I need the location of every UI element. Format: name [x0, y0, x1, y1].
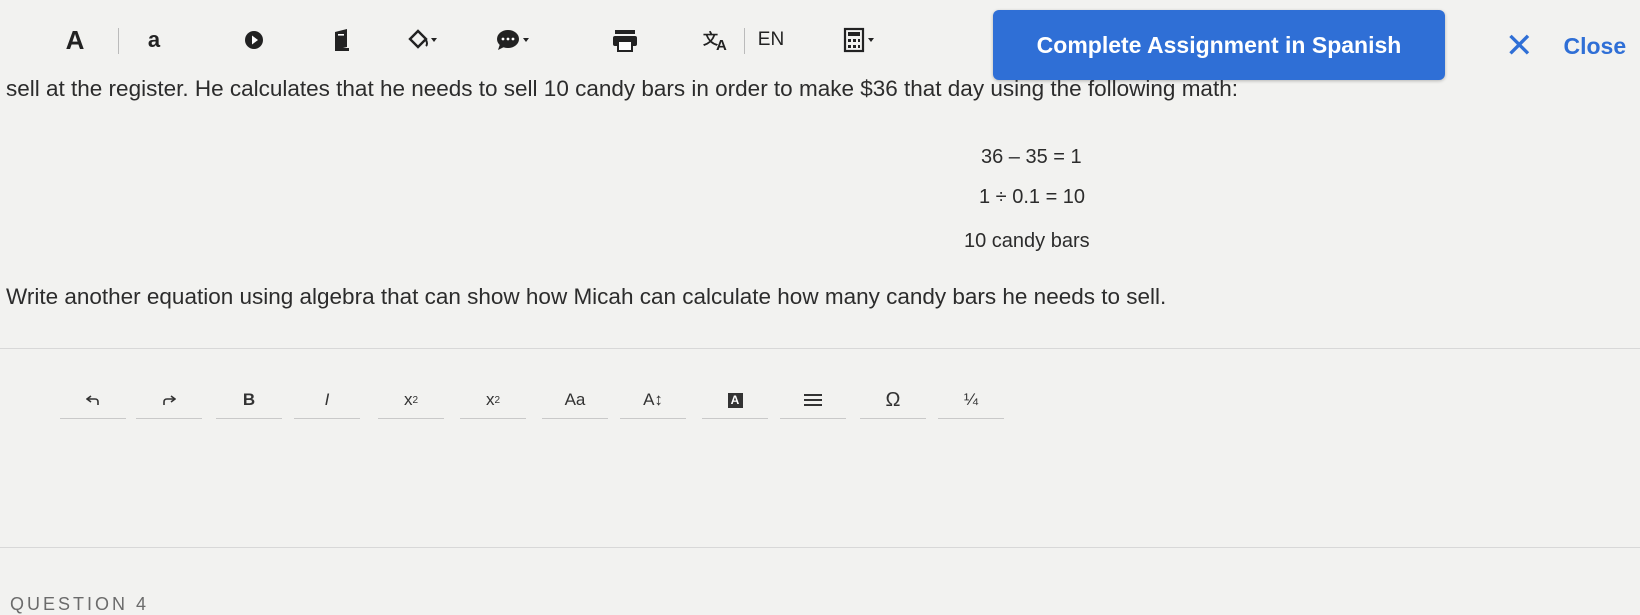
- subscript-idx: 2: [494, 394, 501, 406]
- close-icon: ✕: [1505, 27, 1534, 65]
- play-button[interactable]: [240, 22, 268, 58]
- paint-bucket-icon: [408, 29, 437, 49]
- toolbar-divider: [118, 28, 119, 54]
- answer-editor[interactable]: [0, 348, 1640, 548]
- superscript-button[interactable]: x2: [378, 382, 444, 419]
- translate-icon: 文 A: [703, 30, 727, 52]
- top-toolbar: A a 文 A EN Complete Assignment in Spanis…: [0, 0, 1640, 86]
- next-question-label: QUESTION 4: [10, 594, 150, 614]
- subscript-button[interactable]: x2: [460, 382, 526, 419]
- font-size-button[interactable]: A↕: [620, 382, 686, 419]
- text-smaller-button[interactable]: a: [142, 22, 166, 58]
- math-line-3: 10 candy bars: [964, 230, 1090, 252]
- italic-button[interactable]: I: [294, 382, 360, 419]
- special-characters-button[interactable]: Ω: [860, 382, 926, 419]
- question-prompt: Write another equation using algebra tha…: [6, 284, 1167, 309]
- superscript-base: x: [403, 390, 413, 409]
- reader-button[interactable]: [328, 22, 356, 58]
- math-line-2: 1 ÷ 0.1 = 10: [979, 186, 1086, 208]
- question-intro: sell at the register. He calculates that…: [6, 76, 1238, 101]
- print-button[interactable]: [610, 22, 640, 58]
- toolbar-divider: [744, 28, 745, 54]
- translate-button[interactable]: 文 A: [700, 22, 734, 58]
- subscript-base: x: [485, 390, 495, 409]
- redo-button[interactable]: [136, 382, 202, 419]
- list-icon: [804, 394, 822, 406]
- comments-button[interactable]: [494, 22, 534, 58]
- fraction-button[interactable]: ¼: [938, 382, 1004, 419]
- redo-icon: [163, 395, 176, 405]
- highlight-button[interactable]: A: [702, 382, 768, 419]
- book-icon: [335, 29, 349, 51]
- undo-icon: [86, 395, 99, 405]
- speech-bubble-icon: [497, 30, 529, 50]
- play-icon: [245, 31, 263, 49]
- text-case-button[interactable]: Aa: [542, 382, 608, 419]
- close-button[interactable]: ✕ Close: [1505, 28, 1626, 64]
- close-label: Close: [1563, 32, 1627, 59]
- calculator-button[interactable]: [840, 22, 880, 58]
- complete-in-spanish-button[interactable]: Complete Assignment in Spanish: [993, 10, 1445, 80]
- highlight-icon: A: [727, 392, 743, 408]
- printer-icon: [613, 30, 637, 52]
- list-button[interactable]: [780, 382, 846, 419]
- bold-button[interactable]: B: [216, 382, 282, 419]
- color-button[interactable]: [404, 22, 442, 58]
- text-larger-button[interactable]: A: [60, 22, 90, 58]
- math-line-1: 36 – 35 = 1: [981, 146, 1082, 168]
- undo-button[interactable]: [60, 382, 126, 419]
- calculator-icon: [843, 27, 874, 53]
- superscript-exp: 2: [412, 394, 419, 406]
- svg-text:A: A: [716, 37, 727, 52]
- language-button[interactable]: EN: [754, 22, 788, 58]
